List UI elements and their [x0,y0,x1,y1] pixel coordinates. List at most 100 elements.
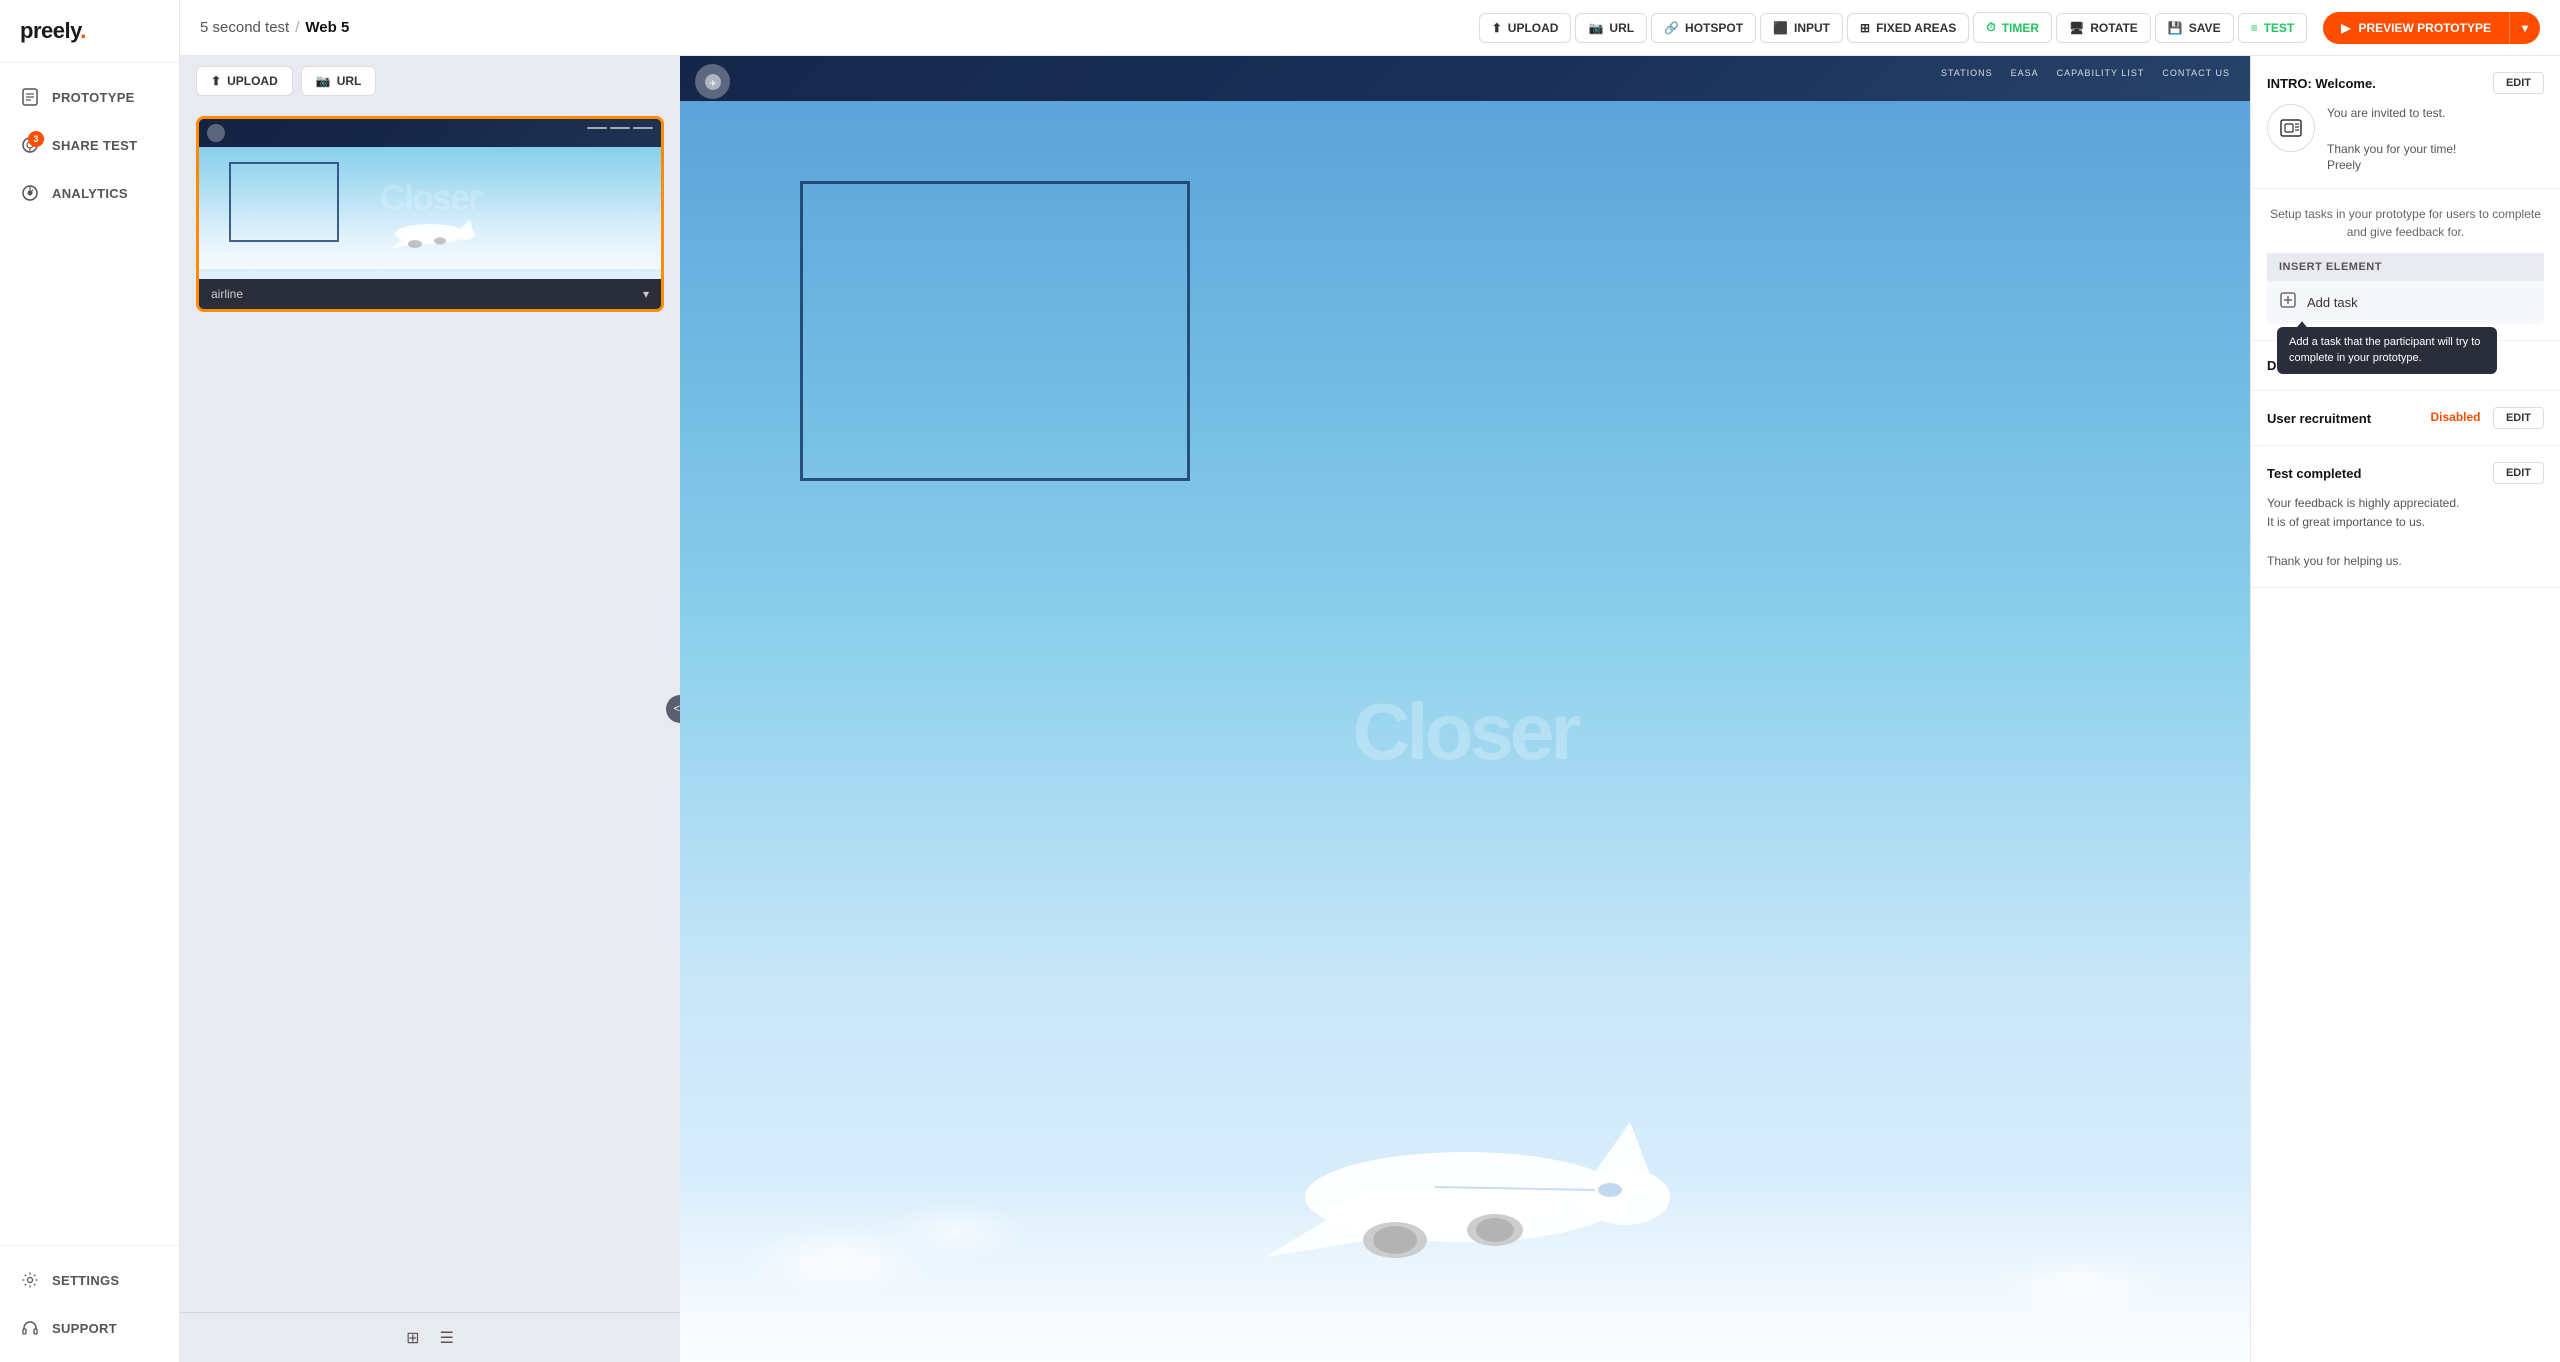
completed-line1: Your feedback is highly appreciated. [2267,494,2544,513]
setup-text: Setup tasks in your prototype for users … [2267,205,2544,241]
selection-frame [800,181,1190,481]
screen-label: airline ▾ [199,279,661,309]
upload-file-label: UPLOAD [227,74,278,88]
save-icon: 💾 [2168,21,2183,35]
completed-edit-button[interactable]: EDIT [2493,462,2544,484]
tooltip-text: Add a task that the participant will try… [2289,336,2480,363]
breadcrumb-separator: / [295,19,299,36]
screen-nav [587,127,653,129]
url-import-label: URL [337,74,362,88]
url-import-button[interactable]: 📷 URL [301,66,377,96]
upload-icon: ⬆ [1492,21,1502,35]
fixed-areas-button[interactable]: ⊞ FIXED AREAS [1847,13,1969,43]
breadcrumb-project: 5 second test [200,19,289,36]
add-task-label[interactable]: Add task [2307,295,2358,310]
intro-icon [2267,104,2315,152]
sidebar-item-label-settings: SETTINGS [52,1273,119,1288]
intro-edit-button[interactable]: EDIT [2493,72,2544,94]
sidebar-item-label-support: SUPPORT [52,1321,117,1336]
header: 5 second test / Web 5 ⬆ UPLOAD 📷 URL 🔗 H… [180,0,2560,56]
completed-section-title: Test completed [2267,466,2361,481]
screen-name: airline [211,287,243,301]
intro-section-title: INTRO: Welcome. [2267,76,2376,91]
left-panel: ⬆ UPLOAD 📷 URL [180,56,680,1362]
sidebar-item-label-prototype: PROTOTYPE [52,90,135,105]
intro-text-block: You are invited to test. Thank you for y… [2327,104,2456,172]
intro-invited-text: You are invited to test. [2327,104,2456,122]
intro-brand-text: Preely [2327,158,2456,172]
completed-section: Test completed EDIT Your feedback is hig… [2251,446,2560,588]
sidebar-item-settings[interactable]: SETTINGS [0,1256,179,1304]
content-area: ⬆ UPLOAD 📷 URL [180,56,2560,1362]
sidebar-item-support[interactable]: SUPPORT [0,1304,179,1352]
logo-area: preely. [0,0,179,63]
intro-section: INTRO: Welcome. EDIT You a [2251,56,2560,189]
hotspot-label: HOTSPOT [1685,21,1743,35]
add-task-row[interactable]: Add task [2267,281,2544,324]
test-button[interactable]: ≡ TEST [2238,13,2308,43]
preview-btn-main[interactable]: ▶ PREVIEW PROTOTYPE [2323,12,2509,44]
hotspot-button[interactable]: 🔗 HOTSPOT [1651,13,1756,43]
add-task-icon [2279,291,2297,314]
save-label: SAVE [2189,21,2221,35]
fixed-areas-label: FIXED AREAS [1876,21,1956,35]
input-button[interactable]: ⬛ INPUT [1760,13,1843,43]
upload-file-button[interactable]: ⬆ UPLOAD [196,66,293,96]
rotate-icon: 🖥 [2069,21,2084,35]
preview-dropdown-button[interactable]: ▾ [2510,12,2540,44]
nav-capability: CAPABILITY LIST [2057,68,2145,78]
preview-nav: STATIONS EASA CAPABILITY LIST CONTACT US [1941,68,2230,78]
screen-thumbnail-airline[interactable]: Closer airline ▾ [196,116,664,312]
input-label: INPUT [1794,21,1830,35]
camera-icon: 📷 [1588,21,1603,35]
recruitment-edit-button[interactable]: EDIT [2493,407,2544,429]
preview-label: PREVIEW PROTOTYPE [2359,21,2491,35]
share-test-badge: 3 [28,131,44,147]
tasks-section: Setup tasks in your prototype for users … [2251,189,2560,341]
sidebar-item-share-test[interactable]: 3 SHARE TEST [0,121,179,169]
recruitment-actions: Disabled EDIT [2430,407,2544,429]
sidebar-item-prototype[interactable]: PROTOTYPE [0,73,179,121]
dropdown-icon: ▾ [643,287,649,301]
left-panel-toolbar: ⬆ UPLOAD 📷 URL [180,56,680,106]
completed-line2: It is of great importance to us. [2267,513,2544,532]
play-icon: ▶ [2341,21,2350,35]
url-label: URL [1609,21,1634,35]
intro-section-header: INTRO: Welcome. EDIT [2267,72,2544,94]
sidebar-item-label-analytics: ANALYTICS [52,186,128,201]
upload-button[interactable]: ⬆ UPLOAD [1479,13,1572,43]
recruitment-status: Disabled [2430,410,2480,424]
preview-prototype-button[interactable]: ▶ PREVIEW PROTOTYPE ▾ [2323,12,2540,44]
screen-thumb-image: Closer [199,119,661,279]
url-button[interactable]: 📷 URL [1575,13,1647,43]
sidebar-item-analytics[interactable]: ANALYTICS [0,169,179,217]
grid-view-button[interactable]: ⊞ [406,1328,419,1348]
right-panel: INTRO: Welcome. EDIT You a [2250,56,2560,1362]
recruitment-row: User recruitment Disabled EDIT [2267,407,2544,429]
save-button[interactable]: 💾 SAVE [2155,13,2234,43]
sidebar-nav: PROTOTYPE 3 SHARE TEST [0,63,179,1245]
nav-stations: STATIONS [1941,68,1993,78]
intro-content: You are invited to test. Thank you for y… [2267,104,2544,172]
analytics-icon [20,183,40,203]
timer-button[interactable]: ⏱ TIMER [1973,12,2052,43]
upload-label: UPLOAD [1508,21,1559,35]
test-label: TEST [2264,21,2295,35]
center-panel: ✈ STATIONS EASA CAPABILITY LIST CONTACT … [680,56,2250,1362]
closer-text-overlay: Closer [1353,686,1578,778]
sidebar: preely. PROTOTYPE [0,0,180,1362]
plane-image [1255,1082,1675,1312]
gear-icon [20,1270,40,1290]
arrows-icon: <> [674,703,680,715]
sidebar-bottom: SETTINGS SUPPORT [0,1245,179,1362]
rotate-button[interactable]: 🖥 ROTATE [2056,13,2151,43]
intro-thank-text: Thank you for your time! [2327,140,2456,158]
doc-icon [20,87,40,107]
svg-text:✈: ✈ [709,79,716,88]
list-icon: ≡ [2251,21,2258,35]
list-view-button[interactable]: ☰ [440,1328,454,1348]
recruitment-title: User recruitment [2267,411,2371,426]
timer-icon: ⏱ [1986,20,1995,35]
link-icon: 🔗 [1664,21,1679,35]
upload-file-icon: ⬆ [211,74,221,88]
